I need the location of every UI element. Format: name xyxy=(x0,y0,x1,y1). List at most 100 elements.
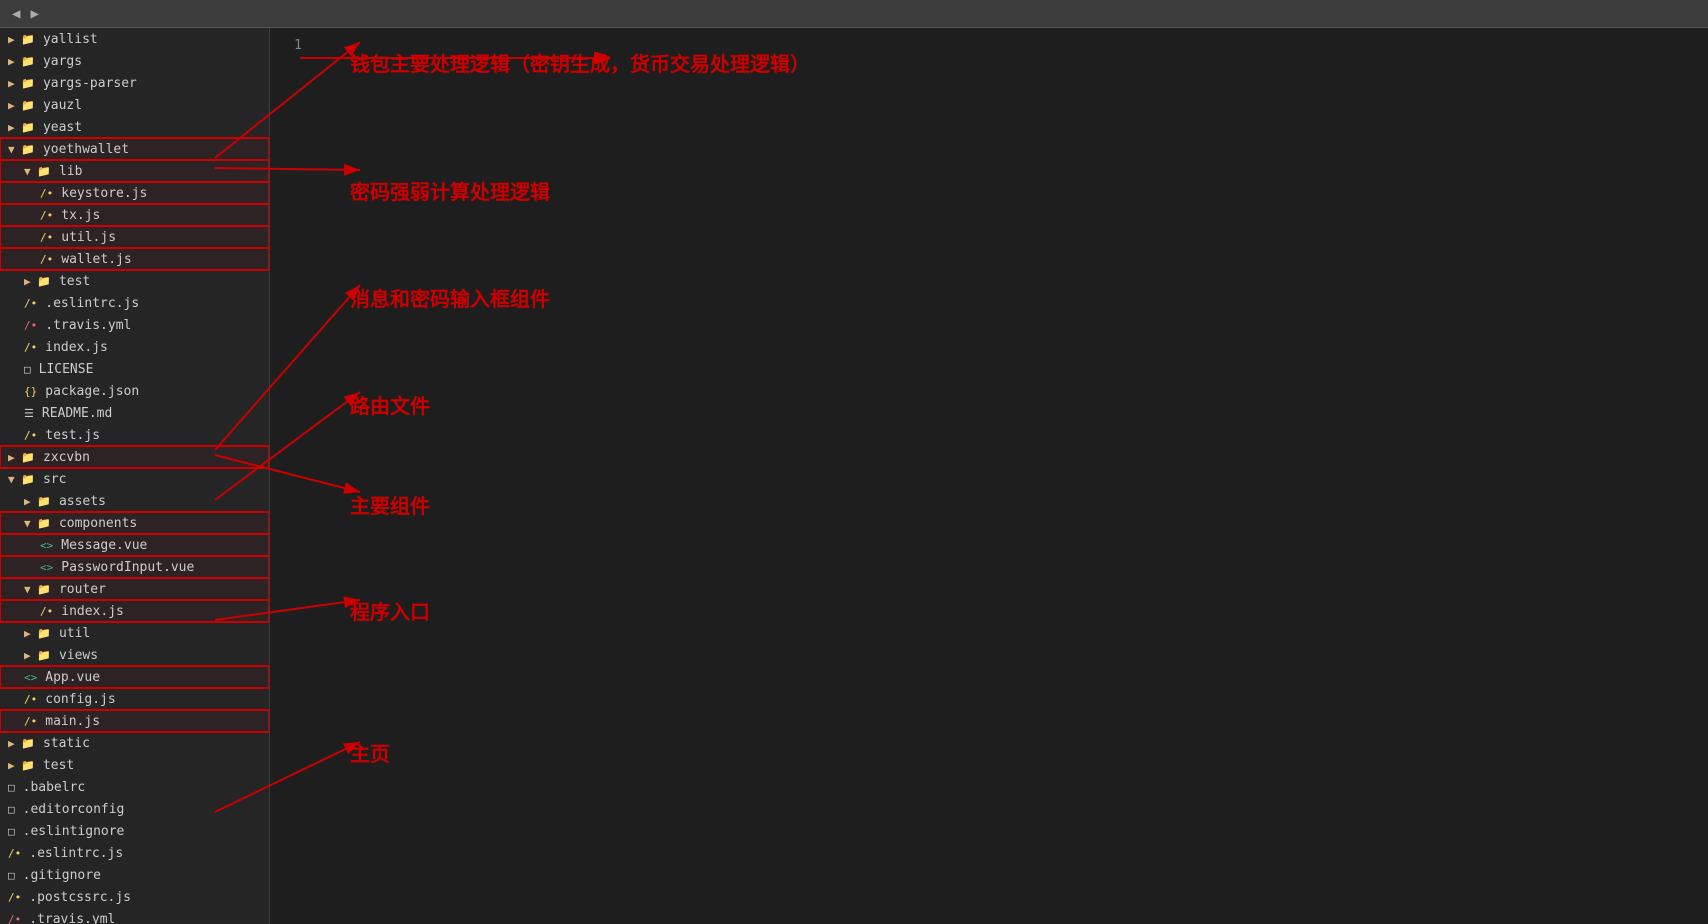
tree-item-test-root[interactable]: ▶ 📁 test xyxy=(0,754,269,776)
annotation-layer: 钱包主要处理逻辑（密钥生成，货币交易处理逻辑） 密码强弱计算处理逻辑 消息和密码… xyxy=(270,28,1708,924)
annotation-a7: 主页 xyxy=(350,738,390,767)
tree-item-static[interactable]: ▶ 📁 static xyxy=(0,732,269,754)
file-icon-zxcvbn: ▶ 📁 xyxy=(8,451,35,464)
tree-item-travis.yml[interactable]: /• .travis.yml xyxy=(0,314,269,336)
file-icon-tx.js: /• xyxy=(40,209,53,222)
tree-item-tx.js[interactable]: /• tx.js xyxy=(0,204,269,226)
tree-item-config.js[interactable]: /• config.js xyxy=(0,688,269,710)
tree-item-gitignore[interactable]: □ .gitignore xyxy=(0,864,269,886)
file-icon-src: ▼ 📁 xyxy=(8,473,35,486)
tree-item-eslintignore[interactable]: □ .eslintignore xyxy=(0,820,269,842)
file-icon-yoethwallet: ▼ 📁 xyxy=(8,143,35,156)
file-label-config.js: config.js xyxy=(45,692,115,707)
tree-item-package.json[interactable]: {} package.json xyxy=(0,380,269,402)
file-icon-yallist: ▶ 📁 xyxy=(8,33,35,46)
file-label-zxcvbn: zxcvbn xyxy=(43,450,90,465)
tree-item-postcssrc[interactable]: /• .postcssrc.js xyxy=(0,886,269,908)
tree-item-PasswordInput.vue[interactable]: <> PasswordInput.vue xyxy=(0,556,269,578)
annotation-a4: 路由文件 xyxy=(350,390,430,419)
file-icon-wallet.js: /• xyxy=(40,253,53,266)
tree-item-yallist[interactable]: ▶ 📁 yallist xyxy=(0,28,269,50)
nav-back-icon[interactable]: ◀ xyxy=(8,4,24,24)
file-label-LICENSE: LICENSE xyxy=(39,362,94,377)
tree-item-LICENSE[interactable]: □ LICENSE xyxy=(0,358,269,380)
file-label-yargs-parser: yargs-parser xyxy=(43,76,137,91)
tree-item-travis-root[interactable]: /• .travis.yml xyxy=(0,908,269,924)
file-icon-gitignore: □ xyxy=(8,869,15,882)
file-label-Message.vue: Message.vue xyxy=(61,538,147,553)
tree-item-router[interactable]: ▼ 📁 router xyxy=(0,578,269,600)
top-bar: ◀ ▶ xyxy=(0,0,1708,28)
tree-item-index.js[interactable]: /• index.js xyxy=(0,336,269,358)
main-layout: ▶ 📁 yallist ▶ 📁 yargs ▶ 📁 yargs-parser ▶… xyxy=(0,28,1708,924)
file-label-eslintrc.js: .eslintrc.js xyxy=(45,296,139,311)
file-icon-lib: ▼ 📁 xyxy=(24,165,51,178)
tree-item-lib[interactable]: ▼ 📁 lib xyxy=(0,160,269,182)
file-label-yoethwallet: yoethwallet xyxy=(43,142,129,157)
file-label-router: router xyxy=(59,582,106,597)
tree-item-README.md[interactable]: ☰ README.md xyxy=(0,402,269,424)
tree-item-yauzl[interactable]: ▶ 📁 yauzl xyxy=(0,94,269,116)
tree-item-yeast[interactable]: ▶ 📁 yeast xyxy=(0,116,269,138)
file-label-assets: assets xyxy=(59,494,106,509)
tree-item-router-index.js[interactable]: /• index.js xyxy=(0,600,269,622)
tree-item-src[interactable]: ▼ 📁 src xyxy=(0,468,269,490)
nav-arrows[interactable]: ◀ ▶ xyxy=(8,4,43,24)
tree-item-wallet.js[interactable]: /• wallet.js xyxy=(0,248,269,270)
tree-item-editorconfig[interactable]: □ .editorconfig xyxy=(0,798,269,820)
tree-item-util[interactable]: ▶ 📁 util xyxy=(0,622,269,644)
file-label-views: views xyxy=(59,648,98,663)
editor-area: 1 钱包主要处理逻辑（密钥生成，货币交易处理逻辑） 密码强弱计算处理逻辑 xyxy=(270,28,1708,924)
file-label-test: test xyxy=(59,274,90,289)
tree-item-App.vue[interactable]: <> App.vue xyxy=(0,666,269,688)
file-icon-yeast: ▶ 📁 xyxy=(8,121,35,134)
tree-item-components[interactable]: ▼ 📁 components xyxy=(0,512,269,534)
file-icon-views: ▶ 📁 xyxy=(24,649,51,662)
file-label-keystore.js: keystore.js xyxy=(61,186,147,201)
tree-item-test[interactable]: ▶ 📁 test xyxy=(0,270,269,292)
file-icon-LICENSE: □ xyxy=(24,363,31,376)
file-label-App.vue: App.vue xyxy=(45,670,100,685)
file-icon-eslintrc-root: /• xyxy=(8,847,21,860)
annotation-a5: 主要组件 xyxy=(350,490,430,519)
annotation-a2: 密码强弱计算处理逻辑 xyxy=(350,176,550,205)
file-icon-PasswordInput.vue: <> xyxy=(40,561,53,574)
tree-item-views[interactable]: ▶ 📁 views xyxy=(0,644,269,666)
file-icon-components: ▼ 📁 xyxy=(24,517,51,530)
file-label-eslintrc-root: .eslintrc.js xyxy=(29,846,123,861)
file-icon-travis-root: /• xyxy=(8,913,21,924)
file-icon-router-index.js: /• xyxy=(40,605,53,618)
file-label-components: components xyxy=(59,516,137,531)
tree-item-test.js[interactable]: /• test.js xyxy=(0,424,269,446)
tree-item-main.js[interactable]: /• main.js xyxy=(0,710,269,732)
tree-item-keystore.js[interactable]: /• keystore.js xyxy=(0,182,269,204)
file-label-lib: lib xyxy=(59,164,82,179)
file-label-test.js: test.js xyxy=(45,428,100,443)
tree-item-eslintrc-root[interactable]: /• .eslintrc.js xyxy=(0,842,269,864)
tree-item-yargs[interactable]: ▶ 📁 yargs xyxy=(0,50,269,72)
file-icon-babelrc: □ xyxy=(8,781,15,794)
file-label-travis.yml: .travis.yml xyxy=(45,318,131,333)
file-icon-editorconfig: □ xyxy=(8,803,15,816)
tree-item-yoethwallet[interactable]: ▼ 📁 yoethwallet xyxy=(0,138,269,160)
nav-fwd-icon[interactable]: ▶ xyxy=(26,4,42,24)
tree-item-util.js[interactable]: /• util.js xyxy=(0,226,269,248)
tree-item-yargs-parser[interactable]: ▶ 📁 yargs-parser xyxy=(0,72,269,94)
file-icon-yargs-parser: ▶ 📁 xyxy=(8,77,35,90)
tree-item-babelrc[interactable]: □ .babelrc xyxy=(0,776,269,798)
tree-item-Message.vue[interactable]: <> Message.vue xyxy=(0,534,269,556)
tree-item-eslintrc.js[interactable]: /• .eslintrc.js xyxy=(0,292,269,314)
file-label-yauzl: yauzl xyxy=(43,98,82,113)
file-label-travis-root: .travis.yml xyxy=(29,912,115,924)
file-icon-App.vue: <> xyxy=(24,671,37,684)
file-icon-test.js: /• xyxy=(24,429,37,442)
file-icon-util: ▶ 📁 xyxy=(24,627,51,640)
tree-item-zxcvbn[interactable]: ▶ 📁 zxcvbn xyxy=(0,446,269,468)
file-icon-test-root: ▶ 📁 xyxy=(8,759,35,772)
file-icon-postcssrc: /• xyxy=(8,891,21,904)
file-icon-Message.vue: <> xyxy=(40,539,53,552)
tree-item-assets[interactable]: ▶ 📁 assets xyxy=(0,490,269,512)
sidebar[interactable]: ▶ 📁 yallist ▶ 📁 yargs ▶ 📁 yargs-parser ▶… xyxy=(0,28,270,924)
file-icon-package.json: {} xyxy=(24,385,37,398)
file-label-yargs: yargs xyxy=(43,54,82,69)
